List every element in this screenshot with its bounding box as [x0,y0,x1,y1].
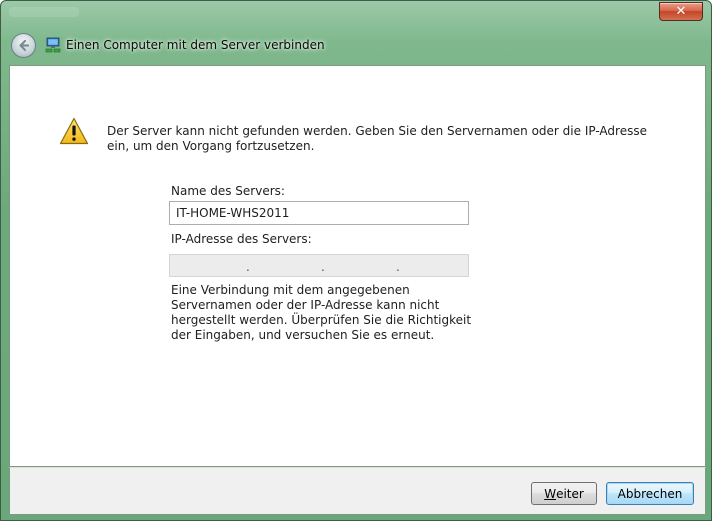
network-computer-icon [45,37,61,53]
titlebar [9,7,79,17]
error-message: Eine Verbindung mit dem angegebenen Serv… [171,283,472,342]
warning-triangle-icon [59,117,89,145]
window-title: Einen Computer mit dem Server verbinden [66,38,325,52]
button-footer [9,467,706,515]
back-button[interactable] [11,33,36,58]
next-button-mnemonic: W [544,486,557,501]
ip-separator-1: . [246,260,250,274]
ip-address-input[interactable]: . . . [169,254,469,277]
ip-separator-3: . [396,260,400,274]
server-name-label: Name des Servers: [171,184,285,198]
ip-address-label: IP-Adresse des Servers: [171,232,312,246]
server-name-value: IT-HOME-WHS2011 [176,206,290,220]
next-button[interactable]: Weiter [531,482,597,505]
next-button-label: eiter [556,486,584,501]
wizard-window: ✕ Einen Computer mit dem Server verbinde… [0,0,712,521]
cancel-button[interactable]: Abbrechen [606,482,694,505]
close-icon: ✕ [675,4,687,19]
close-button[interactable]: ✕ [659,2,703,21]
cancel-button-label: Abbrechen [617,486,683,501]
ip-separator-2: . [321,260,325,274]
warning-message: Der Server kann nicht gefunden werden. G… [107,124,647,153]
server-name-input[interactable]: IT-HOME-WHS2011 [169,201,469,225]
back-arrow-icon [19,39,30,52]
